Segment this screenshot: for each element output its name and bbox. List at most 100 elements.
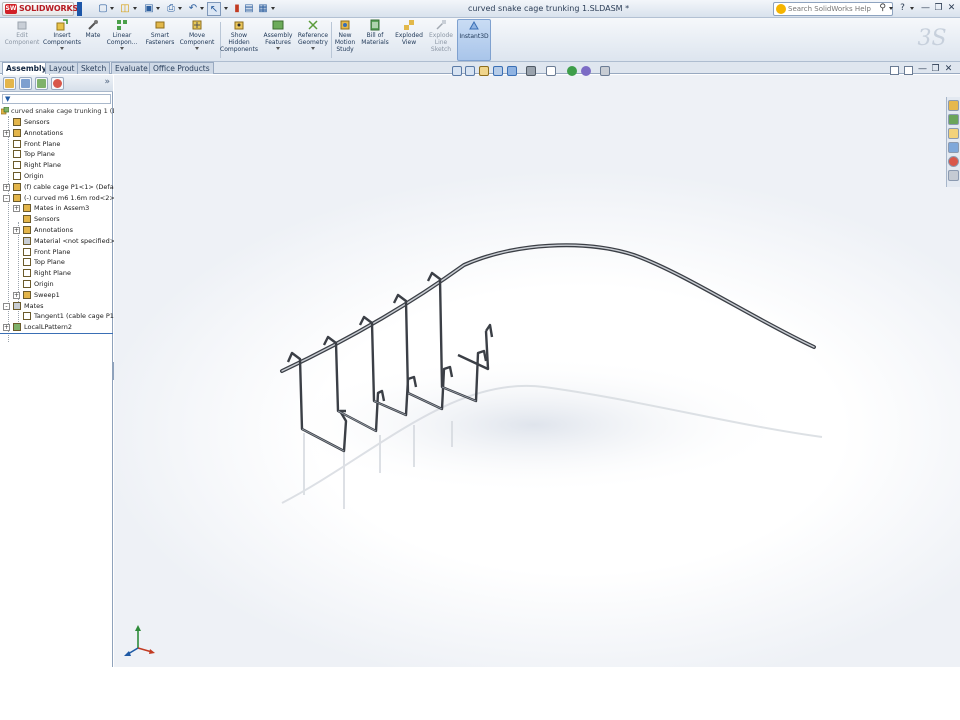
smart-fasteners-button[interactable]: Smart Fasteners — [142, 19, 178, 61]
tree-connector — [18, 222, 19, 330]
collapse-icon[interactable]: - — [3, 194, 10, 202]
tab-layout[interactable]: Layout — [45, 62, 79, 74]
tree-item-label: Right Plane — [24, 161, 62, 170]
linear-pattern-dropdown-icon[interactable] — [120, 47, 124, 50]
new-dropdown-icon[interactable] — [110, 7, 114, 10]
print-dropdown-icon[interactable] — [178, 7, 182, 10]
options-dropdown-icon[interactable] — [271, 7, 275, 10]
property-manager-tab[interactable] — [19, 77, 32, 90]
move-component-button[interactable]: Move Component — [178, 19, 216, 61]
smart-fasteners-icon — [155, 21, 165, 29]
expand-icon[interactable]: + — [3, 183, 10, 191]
doc-close-icon[interactable]: ✕ — [943, 64, 954, 75]
restore-window-icon[interactable]: ❐ — [933, 3, 944, 14]
insert-components-dropdown-icon[interactable] — [60, 47, 64, 50]
show-hidden-icon — [234, 21, 244, 30]
exploded-view-button[interactable]: Exploded View — [393, 19, 425, 61]
assembly-features-button[interactable]: Assembly Features — [262, 19, 294, 61]
expand-icon[interactable]: + — [13, 205, 20, 213]
edit-component-button[interactable]: Edit Component — [3, 19, 41, 61]
new-motion-study-button[interactable]: New Motion Study — [332, 19, 358, 61]
configuration-manager-tab[interactable] — [35, 77, 48, 90]
tree-item-label: Annotations — [24, 128, 64, 137]
mate-button[interactable]: Mate — [83, 19, 103, 61]
tree-item-label: Mates in Assem3 — [34, 204, 90, 213]
show-hidden-components-button[interactable]: Show Hidden Components — [220, 19, 258, 61]
feature-tree-tab[interactable] — [3, 77, 16, 90]
solidworks-badge-icon: SW — [5, 4, 17, 14]
tab-office-products[interactable]: Office Products — [149, 62, 214, 74]
search-icon[interactable]: ⚲ — [879, 3, 886, 13]
plane-icon — [23, 269, 31, 278]
select-arrow-icon[interactable]: ↖ — [207, 2, 221, 16]
search-dropdown-icon[interactable] — [889, 7, 893, 10]
reference-geometry-button[interactable]: Reference Geometry — [296, 19, 330, 61]
doc-restore-icon[interactable]: ❐ — [930, 64, 941, 75]
tree-item-label: Origin — [24, 172, 44, 180]
select-dropdown-icon[interactable] — [224, 7, 228, 10]
expand-icon[interactable]: + — [3, 324, 10, 332]
options-icon[interactable]: ▦ — [256, 2, 270, 16]
explode-line-sketch-button[interactable]: Explode Line Sketch — [426, 19, 456, 61]
tab-sketch[interactable]: Sketch — [77, 62, 111, 74]
expand-icon[interactable]: + — [13, 291, 20, 299]
smart-fasteners-label: Smart Fasteners — [145, 32, 175, 46]
menu-flyout-arrow[interactable] — [77, 2, 82, 16]
reference-geometry-dropdown-icon[interactable] — [311, 47, 315, 50]
assembly-features-icon — [272, 20, 284, 30]
title-bar: SW SOLIDWORKS ▢ ◫ ▣ ⎙ ↶ ↖ ▮ ▤ ▦ curved s… — [0, 0, 960, 18]
display-manager-tab[interactable] — [51, 77, 64, 90]
model-viewport[interactable] — [114, 75, 960, 667]
viewport-single-icon[interactable] — [904, 66, 913, 75]
tab-evaluate[interactable]: Evaluate — [111, 62, 152, 74]
assembly-features-dropdown-icon[interactable] — [276, 47, 280, 50]
instant3d-button[interactable]: Instant3D — [457, 19, 491, 61]
linear-component-pattern-button[interactable]: Linear Compon... — [104, 19, 140, 61]
minimize-window-icon[interactable]: — — [920, 3, 931, 14]
insert-components-button[interactable]: Insert Components — [42, 19, 82, 61]
bill-of-materials-button[interactable]: Bill of Materials — [360, 19, 390, 61]
panel-expand-icon[interactable]: » — [104, 77, 110, 87]
new-document-icon[interactable]: ▢ — [96, 2, 110, 16]
file-properties-icon[interactable]: ▤ — [242, 2, 256, 16]
undo-icon[interactable]: ↶ — [186, 2, 200, 16]
tab-assembly[interactable]: Assembly — [2, 62, 51, 75]
tree-item-label: Right Plane — [34, 269, 72, 278]
print-icon[interactable]: ⎙ — [164, 2, 178, 16]
open-dropdown-icon[interactable] — [133, 7, 137, 10]
tree-item-label: (f) cable cage P1<1> (Default — [24, 182, 123, 191]
reference-geometry-label: Reference Geometry — [297, 32, 329, 46]
move-component-dropdown-icon[interactable] — [195, 47, 199, 50]
tree-item-label: Sensors — [34, 215, 60, 224]
tree-filter[interactable]: ▼ — [2, 94, 111, 104]
help-question-icon[interactable]: ? — [897, 3, 908, 14]
doc-minimize-icon[interactable]: — — [917, 64, 928, 75]
edit-component-icon — [17, 21, 27, 30]
help-search-box[interactable]: ⚲ — [773, 2, 893, 16]
tree-item-label: Front Plane — [24, 139, 61, 148]
expand-icon[interactable]: + — [3, 129, 10, 137]
mates-icon — [13, 301, 21, 310]
explode-line-sketch-icon — [436, 20, 446, 30]
save-dropdown-icon[interactable] — [156, 7, 160, 10]
document-title: curved snake cage trunking 1.SLDASM * — [468, 4, 630, 13]
close-window-icon[interactable]: ✕ — [946, 3, 957, 14]
mates-folder-icon — [23, 204, 31, 213]
tree-item-label: Origin — [34, 280, 54, 288]
command-manager: Edit Component Insert Components Mate Li… — [0, 18, 960, 62]
save-icon[interactable]: ▣ — [142, 2, 156, 16]
instant3d-icon — [469, 20, 479, 30]
expand-icon[interactable]: + — [13, 227, 20, 234]
solidworks-logo[interactable]: SW SOLIDWORKS — [2, 2, 78, 16]
open-folder-icon[interactable]: ◫ — [118, 2, 132, 16]
viewport-split-icon[interactable] — [890, 66, 899, 75]
tree-rollback-bar[interactable] — [0, 333, 113, 334]
edit-component-label: Edit Component — [4, 32, 40, 46]
help-dropdown-icon[interactable] — [910, 7, 914, 10]
help-search-input[interactable] — [788, 4, 874, 14]
undo-dropdown-icon[interactable] — [200, 7, 204, 10]
material-icon — [23, 236, 31, 245]
collapse-icon[interactable]: - — [3, 302, 10, 310]
bill-of-materials-label: Bill of Materials — [361, 32, 389, 46]
move-component-icon — [192, 20, 202, 30]
